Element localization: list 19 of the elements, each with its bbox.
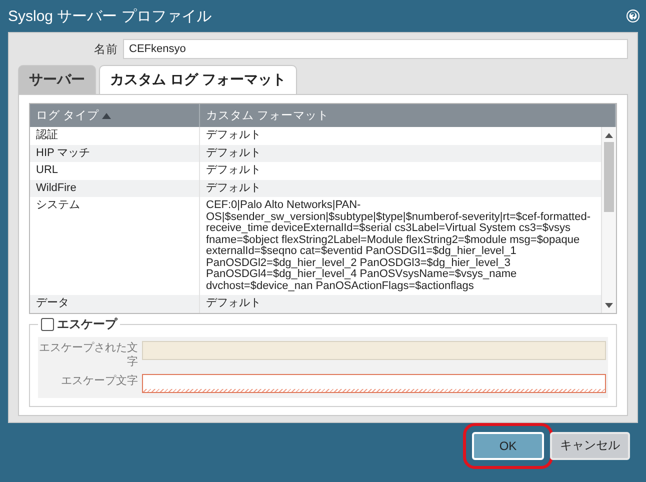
input-field[interactable] [142,374,606,392]
window-title: Syslog サーバー プロファイル [8,6,212,26]
scrollbar[interactable] [602,127,616,312]
scrollbar-thumb[interactable] [604,142,614,212]
field-label: エスケープされた文字 [38,340,138,368]
cancel-button[interactable]: キャンセル [550,432,630,460]
tab[interactable]: カスタム ログ フォーマット [99,65,297,94]
name-label: 名前 [93,42,118,56]
scroll-up-icon[interactable] [605,133,613,138]
name-field[interactable]: CEFkensyo [123,39,628,59]
tab[interactable]: サーバー [18,65,96,94]
scroll-down-icon[interactable] [605,302,613,308]
field-label: エスケープ文字 [60,374,138,388]
log-type-cell: HIP マッチ [30,144,200,162]
log-type-cell: WildFire [30,180,200,197]
help-icon[interactable] [626,9,640,23]
escape-checkbox[interactable] [41,318,54,330]
escape-label: エスケープ [57,316,117,332]
log-type-cell: データ [30,295,200,312]
